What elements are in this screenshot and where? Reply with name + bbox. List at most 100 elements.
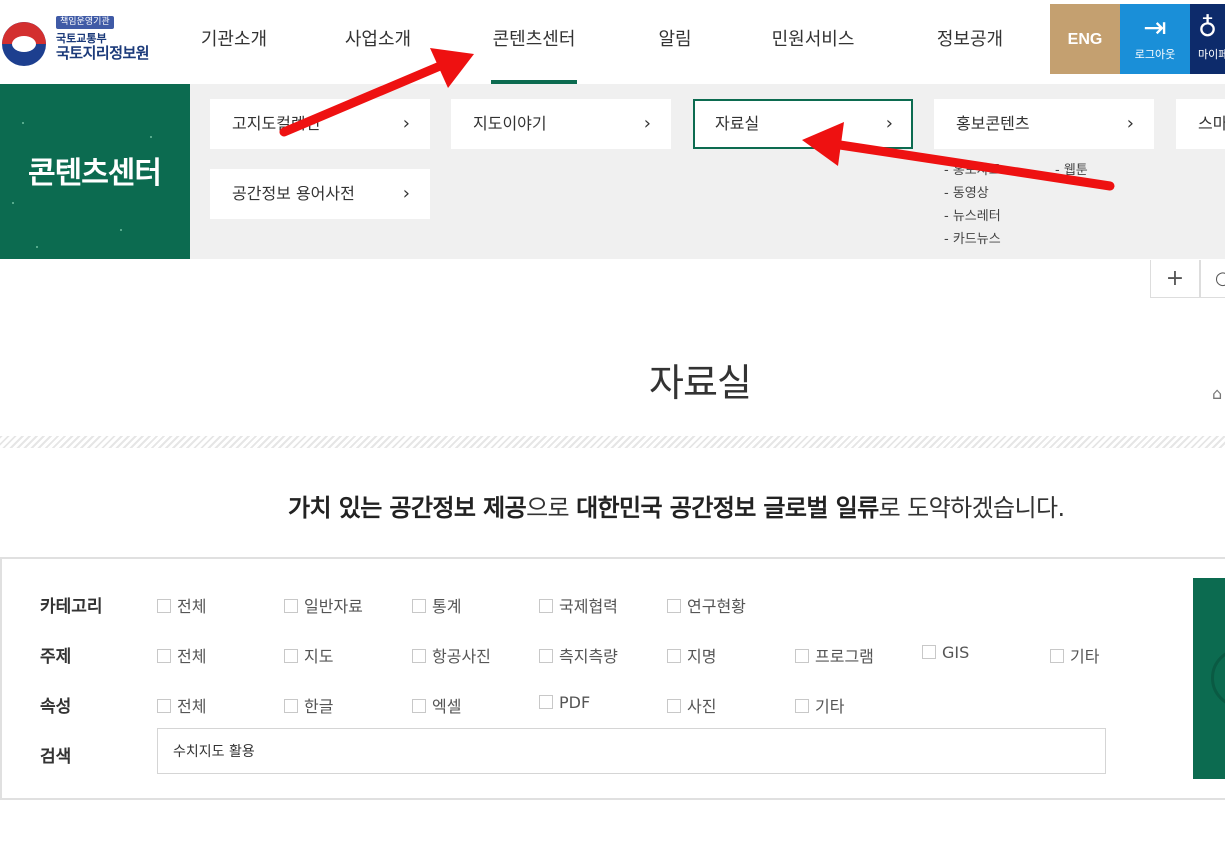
nav-item-notice[interactable]: 알림 <box>655 0 695 84</box>
checkbox[interactable] <box>412 699 426 713</box>
chevron-right-icon: › <box>885 113 893 134</box>
filter-label-category: 카테고리 <box>40 597 103 617</box>
checkbox[interactable] <box>795 649 809 663</box>
checkbox[interactable] <box>284 599 298 613</box>
search-icon <box>1211 648 1225 708</box>
attribute-option[interactable]: 기타 <box>795 693 844 717</box>
nav-item-business[interactable]: 사업소개 <box>344 0 412 84</box>
checkbox[interactable] <box>667 649 681 663</box>
option-label: 지명 <box>687 647 717 666</box>
checkbox[interactable] <box>1050 649 1064 663</box>
chevron-right-icon: › <box>402 113 410 134</box>
option-label: 전체 <box>177 647 207 666</box>
option-label: 연구현황 <box>687 597 746 616</box>
slogan-part: 대한민국 공간정보 글로벌 일류 <box>576 494 879 522</box>
attribute-option[interactable]: 한글 <box>284 693 333 717</box>
sublink-card-news[interactable]: - 카드뉴스 <box>944 228 1001 251</box>
sublink-newsletter[interactable]: - 뉴스레터 <box>944 205 1001 228</box>
mypage-button[interactable]: ♁ 마이페 <box>1190 4 1225 74</box>
submenu-smart[interactable]: 스마 <box>1176 99 1225 149</box>
checkbox[interactable] <box>284 649 298 663</box>
checkbox[interactable] <box>157 699 171 713</box>
logo-badge: 책임운영기관 <box>56 16 114 29</box>
attribute-option[interactable]: 전체 <box>157 693 206 717</box>
checkbox[interactable] <box>412 649 426 663</box>
checkbox[interactable] <box>667 699 681 713</box>
attribute-option[interactable]: 사진 <box>667 693 716 717</box>
user-icon: ♁ <box>1198 13 1218 43</box>
search-tool-button[interactable]: ○ <box>1200 260 1225 298</box>
sublink-video[interactable]: - 동영상 <box>944 182 1001 205</box>
submenu-label: 홍보콘텐츠 <box>956 114 1030 133</box>
checkbox[interactable] <box>539 649 553 663</box>
option-label: 기타 <box>815 697 845 716</box>
search-input[interactable] <box>157 728 1106 774</box>
nav-item-contents-center[interactable]: 콘텐츠센터 <box>491 0 577 84</box>
section-title: 콘텐츠센터 <box>28 156 162 191</box>
site-logo[interactable]: 책임운영기관 국토교통부 국토지리정보원 <box>0 12 160 72</box>
checkbox[interactable] <box>157 599 171 613</box>
subject-option[interactable]: GIS <box>922 643 969 662</box>
checkbox[interactable] <box>412 599 426 613</box>
promo-sublinks-right: - 웹툰 <box>1055 159 1088 182</box>
logo-agency-name: 국토지리정보원 <box>56 44 150 62</box>
slogan-part: 가치 있는 공간정보 제공 <box>288 494 527 522</box>
checkbox[interactable] <box>539 695 553 709</box>
site-header: 책임운영기관 국토교통부 국토지리정보원 기관소개 사업소개 콘텐츠센터 알림 … <box>0 0 1225 84</box>
checkbox[interactable] <box>157 649 171 663</box>
sublink-promo-material[interactable]: - 홍보자료 <box>944 159 1001 182</box>
option-label: 통계 <box>432 597 462 616</box>
subject-option[interactable]: 프로그램 <box>795 643 874 667</box>
home-icon[interactable]: ⌂ <box>1212 384 1222 403</box>
nav-item-info-disclosure[interactable]: 정보공개 <box>935 0 1005 84</box>
plus-icon: + <box>1165 266 1185 291</box>
attribute-option[interactable]: 엑셀 <box>412 693 461 717</box>
subject-option[interactable]: 측지측량 <box>539 643 618 667</box>
checkbox[interactable] <box>667 599 681 613</box>
title-divider <box>0 436 1225 448</box>
submenu-promo-contents[interactable]: 홍보콘텐츠 › <box>934 99 1154 149</box>
slogan-part: 로 도약하겠습니다. <box>878 494 1066 522</box>
sublink-webtoon[interactable]: - 웹툰 <box>1055 159 1088 182</box>
option-label: 항공사진 <box>432 647 491 666</box>
checkbox[interactable] <box>539 599 553 613</box>
checkbox[interactable] <box>922 645 936 659</box>
option-label: GIS <box>942 643 970 662</box>
submenu-archive[interactable]: 자료실 › <box>693 99 913 149</box>
zoom-in-button[interactable]: + <box>1150 260 1200 298</box>
search-icon: ○ <box>1215 268 1225 289</box>
category-option[interactable]: 국제협력 <box>539 593 618 617</box>
option-label: 프로그램 <box>815 647 874 666</box>
attribute-option[interactable]: PDF <box>539 693 590 712</box>
government-emblem-icon <box>2 22 46 66</box>
chevron-right-icon: › <box>1126 113 1134 134</box>
category-option[interactable]: 연구현황 <box>667 593 746 617</box>
submenu-geo-glossary[interactable]: 공간정보 용어사전 › <box>210 169 430 219</box>
option-label: 엑셀 <box>432 697 462 716</box>
subject-option[interactable]: 기타 <box>1050 643 1099 667</box>
subject-option[interactable]: 지명 <box>667 643 716 667</box>
filter-label-search: 검색 <box>40 747 72 767</box>
submenu-old-map-collection[interactable]: 고지도컬렉션 › <box>210 99 430 149</box>
slogan-part: 으로 <box>526 494 577 522</box>
subject-option[interactable]: 항공사진 <box>412 643 491 667</box>
category-option[interactable]: 전체 <box>157 593 206 617</box>
subject-option[interactable]: 전체 <box>157 643 206 667</box>
category-option[interactable]: 일반자료 <box>284 593 363 617</box>
section-title-box: 콘텐츠센터 <box>0 84 190 259</box>
option-label: 지도 <box>304 647 334 666</box>
filter-label-subject: 주제 <box>40 647 72 667</box>
logout-button[interactable]: ⇥ 로그아웃 <box>1120 4 1190 74</box>
checkbox[interactable] <box>284 699 298 713</box>
subject-option[interactable]: 지도 <box>284 643 333 667</box>
category-option[interactable]: 통계 <box>412 593 461 617</box>
checkbox[interactable] <box>795 699 809 713</box>
option-label: 전체 <box>177 697 207 716</box>
option-label: 한글 <box>304 697 334 716</box>
english-button[interactable]: ENG <box>1050 4 1120 74</box>
option-label: PDF <box>559 693 591 712</box>
submenu-map-story[interactable]: 지도이야기 › <box>451 99 671 149</box>
nav-item-civil-service[interactable]: 민원서비스 <box>770 0 856 84</box>
nav-item-about[interactable]: 기관소개 <box>196 0 272 84</box>
search-submit-panel[interactable] <box>1193 578 1225 779</box>
